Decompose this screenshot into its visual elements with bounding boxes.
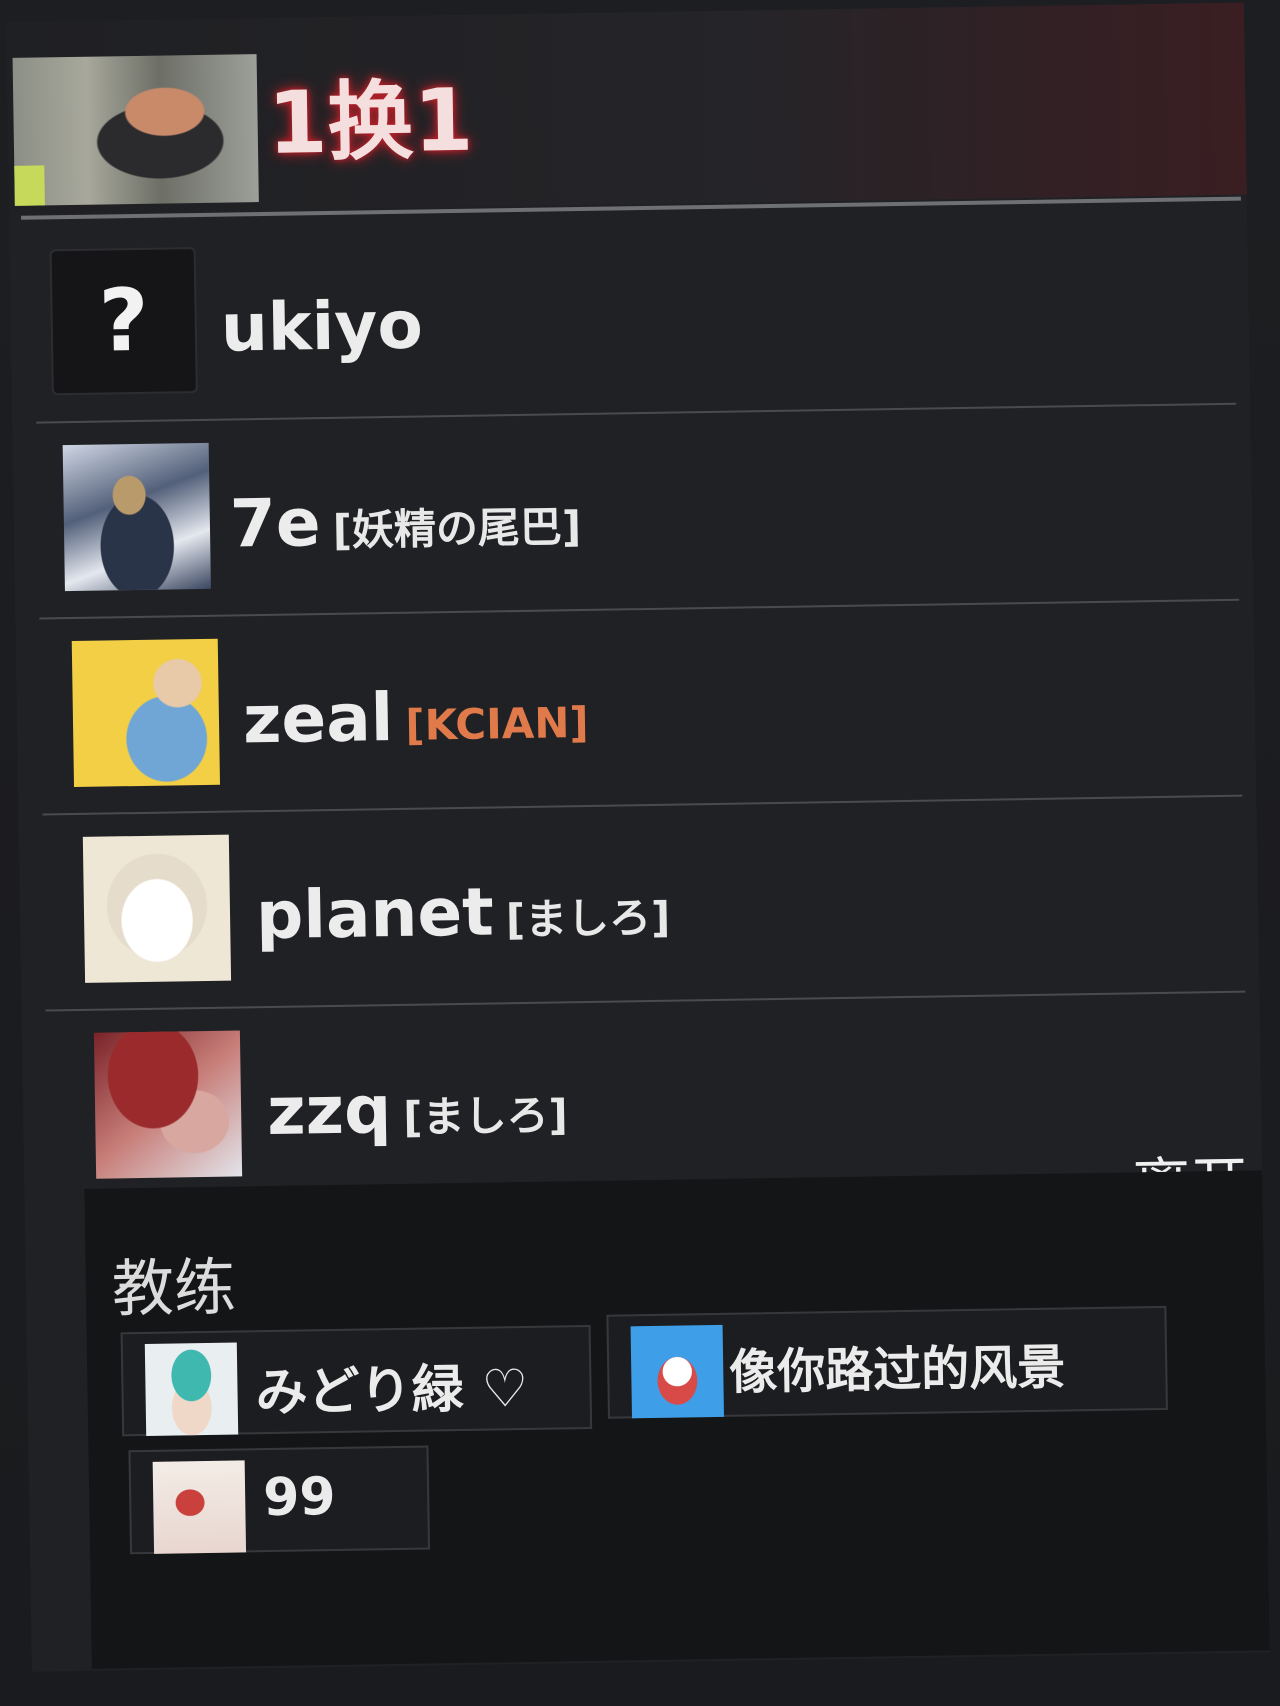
avatar <box>62 442 211 592</box>
avatar <box>152 1460 247 1554</box>
coach-name: みどり緑 ♡ <box>255 1358 529 1424</box>
question-mark-icon: ? <box>49 247 198 396</box>
player-name-line: zeal [KCIAN] <box>242 677 589 766</box>
coach-card[interactable]: みどり緑 ♡ <box>120 1324 593 1437</box>
coach-card[interactable]: 99 <box>128 1445 431 1555</box>
avatar <box>71 638 221 788</box>
coach-card[interactable]: 像你路过的风景 <box>606 1305 1168 1419</box>
player-name: planet <box>255 873 495 955</box>
player-row[interactable]: zeal [KCIAN] <box>15 600 1256 816</box>
player-name: 7e <box>229 484 322 563</box>
player-name: ukiyo <box>220 286 424 367</box>
host-avatar[interactable] <box>12 54 259 206</box>
coach-name: 99 <box>262 1467 337 1529</box>
player-team-tag: [ましろ] <box>505 892 671 945</box>
player-team-tag: [妖精の尾巴] <box>332 502 582 555</box>
avatar <box>144 1342 239 1436</box>
player-name-line: planet [ましろ] <box>255 872 670 962</box>
player-row[interactable]: planet [ましろ] <box>18 796 1259 1012</box>
player-name: zeal <box>242 679 394 759</box>
player-row[interactable]: ? ukiyo <box>9 209 1250 424</box>
lobby-title: 1换1 <box>266 70 475 174</box>
lobby-panel: 1换1 ? ukiyo 7e [妖精の尾巴] zeal [KCIAN] plan… <box>6 2 1270 1672</box>
player-name-line: zzq [ましろ] <box>267 1069 569 1158</box>
avatar <box>93 1030 243 1179</box>
coach-name: 像你路过的风景 <box>728 1339 1066 1401</box>
avatar <box>82 834 232 983</box>
avatar <box>630 1324 724 1419</box>
player-team-tag: [KCIAN] <box>405 697 589 750</box>
lobby-header: 1换1 <box>6 2 1247 214</box>
player-team-tag: [ましろ] <box>402 1090 569 1142</box>
player-name: zzq <box>266 1071 392 1151</box>
avatar-symbol: ? <box>97 270 150 372</box>
screen: 1换1 ? ukiyo 7e [妖精の尾巴] zeal [KCIAN] plan… <box>0 0 1280 1706</box>
player-name-line: ukiyo <box>220 286 424 367</box>
player-row[interactable]: 7e [妖精の尾巴] <box>12 405 1253 620</box>
avatar-stripe <box>14 165 45 206</box>
coach-section: 教练 みどり緑 ♡ 像你路过的风景 99 <box>84 1170 1270 1669</box>
player-name-line: 7e [妖精の尾巴] <box>229 481 581 571</box>
coach-section-title: 教练 <box>111 1250 237 1326</box>
